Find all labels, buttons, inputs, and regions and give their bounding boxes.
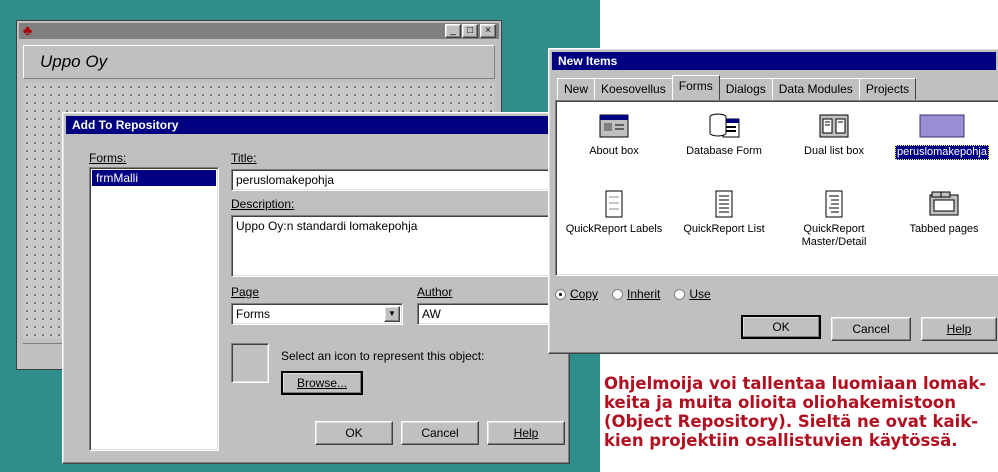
item-peruslomakepohja[interactable]: peruslomakepohja (890, 111, 994, 160)
item-label: peruslomakepohja (895, 145, 989, 160)
usage-radio-group: Copy Inherit Use (555, 287, 711, 301)
form-template-icon (918, 111, 966, 141)
tab-strip: New Koesovellus Forms Dialogs Data Modul… (557, 75, 917, 100)
dual-list-box-icon (817, 111, 851, 141)
tab-forms[interactable]: Forms (671, 75, 720, 100)
tab-koesovellus[interactable]: Koesovellus (594, 78, 673, 100)
radio-inherit[interactable]: Inherit (612, 287, 660, 301)
minimize-button[interactable]: _ (445, 24, 461, 38)
radio-dot-icon (612, 288, 624, 300)
new-items-titlebar[interactable]: New Items (552, 52, 996, 70)
cancel-button[interactable]: Cancel (401, 421, 479, 445)
item-dual-list-box[interactable]: Dual list box (782, 111, 886, 158)
browse-button[interactable]: Browse... (281, 371, 363, 395)
report-master-detail-icon (817, 189, 851, 219)
article-caption: Ohjelmoija voi tallentaa luomiaan lomak-… (604, 374, 998, 450)
item-quickreport-master-detail[interactable]: QuickReport Master/Detail (782, 189, 886, 249)
database-form-icon (707, 111, 741, 141)
forms-list-item[interactable]: frmMalli (92, 170, 216, 186)
title-input[interactable]: peruslomakepohja (231, 169, 561, 191)
maximize-button[interactable]: □ (462, 24, 478, 38)
item-label: Database Form (686, 145, 762, 157)
item-label: About box (589, 145, 639, 157)
author-label: Author (417, 285, 453, 299)
item-quickreport-list[interactable]: QuickReport List (672, 189, 776, 236)
radio-dot-icon (555, 288, 566, 300)
author-input[interactable]: AW (417, 303, 561, 325)
page-select-value: Forms (236, 307, 270, 321)
chevron-down-icon[interactable]: ▼ (384, 306, 400, 322)
new-items-dialog: New Items New Koesovellus Forms Dialogs … (548, 48, 998, 354)
caption-line: (Object Repository). Sieltä ne ovat kaik… (604, 412, 979, 431)
close-button[interactable]: × (480, 24, 496, 38)
form-caption: Uppo Oy (40, 52, 108, 71)
help-button[interactable]: Help (487, 421, 565, 445)
radio-use[interactable]: Use (674, 287, 711, 301)
new-items-cancel-button[interactable]: Cancel (831, 317, 911, 341)
radio-copy[interactable]: Copy (555, 287, 598, 301)
tab-projects[interactable]: Projects (858, 78, 917, 100)
form-caption-panel: Uppo Oy (23, 45, 495, 79)
caption-line: kien projektiin osallistuvien käytössä. (604, 431, 958, 450)
ok-button[interactable]: OK (315, 421, 393, 445)
new-items-title: New Items (558, 54, 618, 68)
item-label: QuickReport Master/Detail (801, 223, 867, 248)
description-label: Description: (231, 197, 295, 211)
item-quickreport-labels[interactable]: QuickReport Labels (562, 189, 666, 236)
add-dialog-titlebar[interactable]: Add To Repository (66, 116, 566, 134)
item-label: QuickReport Labels (565, 223, 663, 235)
item-about-box[interactable]: About box (562, 111, 666, 158)
add-to-repository-dialog: Add To Repository Forms: frmMalli Title:… (62, 112, 570, 464)
tab-new[interactable]: New (557, 78, 596, 100)
app-icon: ♣ (23, 22, 33, 38)
about-box-icon (597, 111, 631, 141)
item-label: Tabbed pages (909, 223, 979, 235)
caption-line: keita ja muita olioita oliohakemistoon (604, 393, 957, 412)
tabbed-pages-icon (927, 189, 961, 219)
object-icon-preview (231, 343, 269, 383)
forms-listbox[interactable]: frmMalli (89, 167, 219, 451)
new-items-help-button[interactable]: Help (921, 317, 997, 341)
add-dialog-title: Add To Repository (72, 118, 179, 132)
caption-line: Ohjelmoija voi tallentaa luomiaan lomak- (604, 374, 987, 393)
item-database-form[interactable]: Database Form (672, 111, 776, 158)
item-tabbed-pages[interactable]: Tabbed pages (892, 189, 996, 236)
tab-data-modules[interactable]: Data Modules (771, 78, 860, 100)
new-items-ok-button[interactable]: OK (741, 315, 821, 339)
radio-dot-icon (674, 288, 686, 300)
page-select[interactable]: Forms ▼ (231, 303, 403, 325)
tab-dialogs[interactable]: Dialogs (718, 78, 773, 100)
description-textarea[interactable]: Uppo Oy:n standardi lomakepohja (231, 215, 561, 277)
form-window-titlebar[interactable]: ♣ _ □ × (19, 22, 499, 39)
items-panel[interactable]: About box Database Form Dual list box pe… (555, 100, 998, 276)
item-label: Dual list box (804, 145, 864, 157)
forms-label: Forms: (89, 151, 127, 165)
page-label: Page (231, 285, 260, 299)
item-label: QuickReport List (683, 223, 765, 235)
icon-prompt: Select an icon to represent this object: (281, 349, 485, 363)
report-list-icon (707, 189, 741, 219)
title-label: Title: (231, 151, 257, 165)
report-labels-icon (597, 189, 631, 219)
